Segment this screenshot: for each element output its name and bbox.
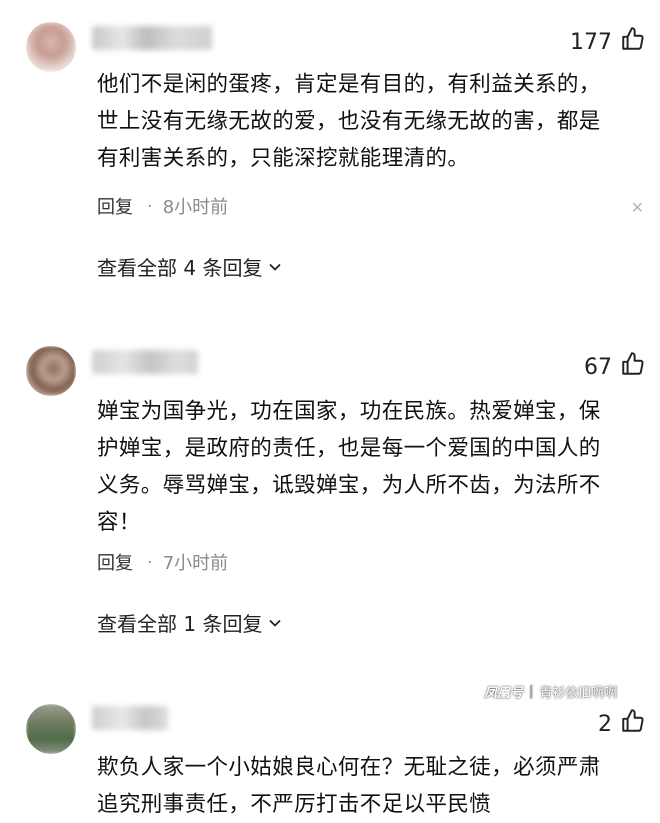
timestamp: 8小时前 (162, 197, 229, 218)
watermark-author: 青衫依旧啊啊 (539, 686, 618, 701)
thumbs-up-icon (620, 26, 646, 58)
watermark-brand: 凤凰号 (484, 686, 524, 701)
like-count: 67 (584, 354, 612, 380)
view-replies-button[interactable]: 查看全部 4 条回复 (97, 252, 282, 281)
comment-text: 婵宝为国争光，功在国家，功在民族。热爱婵宝，保 护婵宝，是政府的责任，也是每一个… (97, 399, 601, 535)
comment-meta: 回复 · 7小时前 (97, 549, 228, 575)
avatar[interactable] (26, 704, 76, 754)
separator-dot: · (147, 195, 153, 217)
close-icon[interactable]: ✕ (631, 198, 644, 217)
avatar[interactable] (26, 346, 76, 396)
view-replies-label: 查看全部 4 条回复 (97, 256, 263, 280)
like-count: 2 (598, 711, 612, 737)
like-button[interactable]: 2 (598, 708, 646, 740)
comment-text: 他们不是闲的蛋疼，肯定是有目的，有利益关系的， 世上没有无缘无故的爱，也没有无缘… (97, 72, 601, 171)
thumbs-up-icon (620, 351, 646, 383)
watermark-separator: | (529, 684, 534, 699)
username[interactable] (92, 706, 168, 730)
chevron-down-icon (269, 619, 282, 627)
separator-dot: · (147, 551, 153, 573)
view-replies-label: 查看全部 1 条回复 (97, 612, 263, 636)
reply-button[interactable]: 回复 (97, 549, 133, 575)
watermark: 凤凰号 | 青衫依旧啊啊 (484, 682, 617, 701)
like-button[interactable]: 67 (584, 351, 646, 383)
like-button[interactable]: 177 (570, 26, 646, 58)
timestamp: 7小时前 (162, 553, 229, 574)
chevron-down-icon (269, 263, 282, 271)
username[interactable] (92, 350, 198, 374)
username[interactable] (92, 26, 212, 50)
comment-meta: 回复 · 8小时前 (97, 193, 228, 219)
comment-text: 欺负人家一个小姑娘良心何在？无耻之徒，必须严肃 追究刑事责任，不严厉打击不足以平… (97, 755, 601, 817)
like-count: 177 (570, 29, 612, 55)
view-replies-button[interactable]: 查看全部 1 条回复 (97, 608, 282, 637)
thumbs-up-icon (620, 708, 646, 740)
avatar[interactable] (26, 22, 76, 72)
reply-button[interactable]: 回复 (97, 193, 133, 219)
